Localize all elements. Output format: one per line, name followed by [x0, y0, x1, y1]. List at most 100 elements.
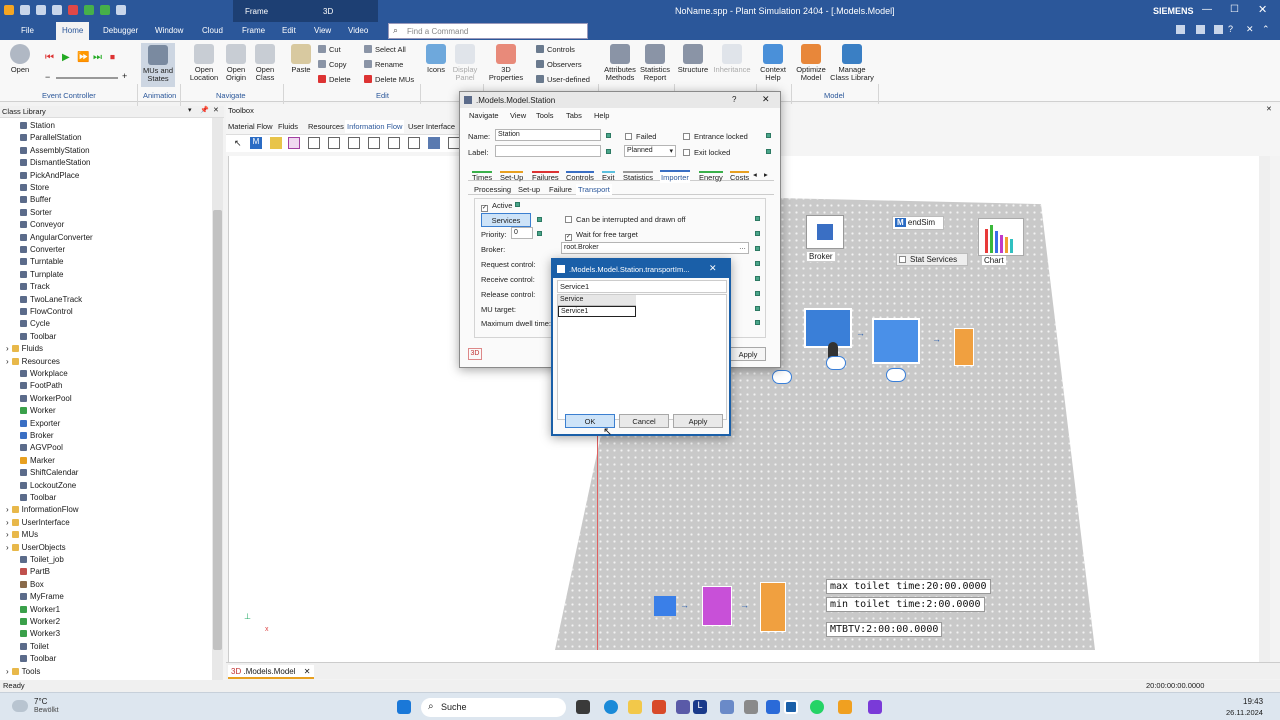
save-icon[interactable] [52, 5, 62, 15]
maximize-icon[interactable]: ☐ [1230, 4, 1239, 15]
optimize-model-button[interactable]: Optimize Model [794, 44, 828, 82]
3d-icon[interactable]: 3D [468, 348, 482, 360]
tree-item[interactable]: Toolbar [20, 493, 56, 502]
station-object[interactable] [804, 308, 852, 348]
chevron-icon[interactable]: › [6, 667, 9, 676]
tree-item[interactable]: AssemblyStation [20, 146, 90, 155]
chevron-icon[interactable]: › [6, 344, 9, 353]
scrollbar-thumb[interactable] [213, 210, 222, 650]
tree-item[interactable]: › UserObjects [6, 543, 66, 552]
tree-item[interactable]: Conveyor [20, 220, 64, 229]
menu-tabs[interactable]: Tabs [566, 111, 582, 120]
tab-file[interactable]: File [21, 26, 34, 35]
chevron-icon[interactable]: › [6, 357, 9, 366]
tab-view[interactable]: View [314, 26, 331, 35]
tree-item[interactable]: FootPath [20, 381, 62, 390]
tree-item[interactable]: WorkerPool [20, 394, 72, 403]
speed-slider[interactable] [56, 77, 118, 79]
chevron-icon[interactable]: › [6, 518, 9, 527]
close-icon[interactable]: ✕ [1258, 3, 1267, 16]
controls-button[interactable]: Controls [536, 45, 575, 54]
inherit-indicator-icon[interactable] [515, 202, 520, 207]
tree-item[interactable]: LockoutZone [20, 481, 76, 490]
pin-icon[interactable]: 📌 [200, 106, 209, 114]
tree-item[interactable]: Marker [20, 456, 55, 465]
tab-statistics[interactable]: Statistics [623, 171, 654, 182]
tree-item[interactable]: Worker [20, 406, 56, 415]
tab-importer[interactable]: Importer [660, 170, 690, 183]
taskbar-search[interactable]: ⌕ Suche [421, 698, 566, 717]
window-restore-icon[interactable] [1214, 25, 1223, 34]
tree-item[interactable]: Cycle [20, 319, 50, 328]
help-icon[interactable]: ? [1228, 24, 1233, 34]
structure-button[interactable]: Structure [676, 44, 710, 74]
menu-tools[interactable]: Tools [536, 111, 554, 120]
toolbox-tab-fluids[interactable]: Fluids [278, 122, 298, 131]
stack-tool-icon[interactable] [348, 137, 360, 149]
weather-temp[interactable]: 7°C [34, 697, 47, 706]
open-location-button[interactable]: Open Location [188, 44, 220, 82]
inherit-indicator-icon[interactable] [755, 320, 760, 325]
tree-item[interactable]: › Fluids [6, 344, 43, 353]
user-defined-button[interactable]: User-defined [536, 75, 590, 84]
tab-scroll-right-icon[interactable]: ▸ [764, 170, 768, 179]
inherit-indicator-icon[interactable] [755, 216, 760, 221]
pointer-tool-icon[interactable]: ↖ [234, 138, 242, 149]
rename-button[interactable]: Rename [364, 60, 403, 69]
tree-item[interactable]: Box [20, 580, 44, 589]
step-sim-icon[interactable]: ⏭ [93, 52, 102, 63]
open-class-button[interactable]: Open Class [252, 44, 278, 82]
clock-time[interactable]: 19:43 [1243, 697, 1263, 706]
menu-help[interactable]: Help [594, 111, 609, 120]
tree-item[interactable]: Buffer [20, 195, 51, 204]
inherit-indicator-icon[interactable] [606, 149, 611, 154]
play-icon[interactable] [84, 5, 94, 15]
tree-item[interactable]: Track [20, 282, 50, 291]
source-object[interactable] [654, 596, 676, 616]
tab-costs[interactable]: Costs [730, 171, 750, 182]
windows-start-icon[interactable] [397, 700, 411, 714]
new-file-icon[interactable] [20, 5, 30, 15]
transport-dialog-close-icon[interactable]: ✕ [709, 263, 717, 274]
failed-checkbox[interactable]: Failed [625, 132, 656, 141]
list-tool-icon[interactable] [308, 137, 320, 149]
inherit-indicator-icon[interactable] [766, 149, 771, 154]
tree-item[interactable]: Worker1 [20, 605, 60, 614]
delete-button[interactable]: Delete [318, 75, 351, 84]
minimize-icon[interactable]: — [1202, 4, 1212, 15]
inherit-indicator-icon[interactable] [755, 261, 760, 266]
transporter-icon[interactable] [886, 368, 906, 382]
ribbon-collapse-icon[interactable]: ⌃ [1262, 24, 1270, 35]
inheritance-button[interactable]: Inheritance [710, 44, 754, 74]
subtab-set-up[interactable]: Set-up [518, 185, 540, 194]
tree-item[interactable]: Toolbar [20, 332, 56, 341]
chart-object[interactable] [978, 218, 1024, 256]
copy-button[interactable]: Copy [318, 60, 347, 69]
edge-icon[interactable] [604, 700, 618, 714]
chevron-icon[interactable]: › [6, 530, 9, 539]
tab-set-up[interactable]: Set-Up [500, 171, 524, 182]
station-apply-button[interactable]: Apply [730, 347, 766, 361]
tree-item[interactable]: TwoLaneTrack [20, 295, 82, 304]
l-app-icon[interactable]: L [693, 700, 707, 714]
tree-item[interactable]: DismantleStation [20, 158, 90, 167]
station-dialog-titlebar[interactable]: .Models.Model.Station ? ✕ [460, 92, 780, 108]
tree-item[interactable]: ShiftCalendar [20, 468, 78, 477]
exit-object[interactable] [760, 582, 786, 632]
chart-tool-icon[interactable] [428, 137, 440, 149]
tab-times[interactable]: Times [472, 171, 493, 182]
toolbox-tab-resources[interactable]: Resources [308, 122, 344, 131]
drain-object[interactable] [954, 328, 974, 366]
reset-icon[interactable] [68, 5, 78, 15]
method-tool-icon[interactable]: M [250, 137, 262, 149]
broker-object[interactable] [806, 215, 844, 249]
tree-item[interactable]: Sorter [20, 208, 52, 217]
chevron-icon[interactable]: › [6, 543, 9, 552]
canvas-scrollbar[interactable] [1259, 156, 1270, 662]
can-interrupt-checkbox[interactable]: Can be interrupted and drawn off [565, 215, 686, 224]
tab-close-icon[interactable]: ✕ [304, 667, 311, 676]
subtab-transport[interactable]: Transport [576, 184, 612, 195]
transporter-icon[interactable] [772, 370, 792, 384]
delete-mus-button[interactable]: Delete MUs [364, 75, 414, 84]
window-min-icon[interactable] [1196, 25, 1205, 34]
